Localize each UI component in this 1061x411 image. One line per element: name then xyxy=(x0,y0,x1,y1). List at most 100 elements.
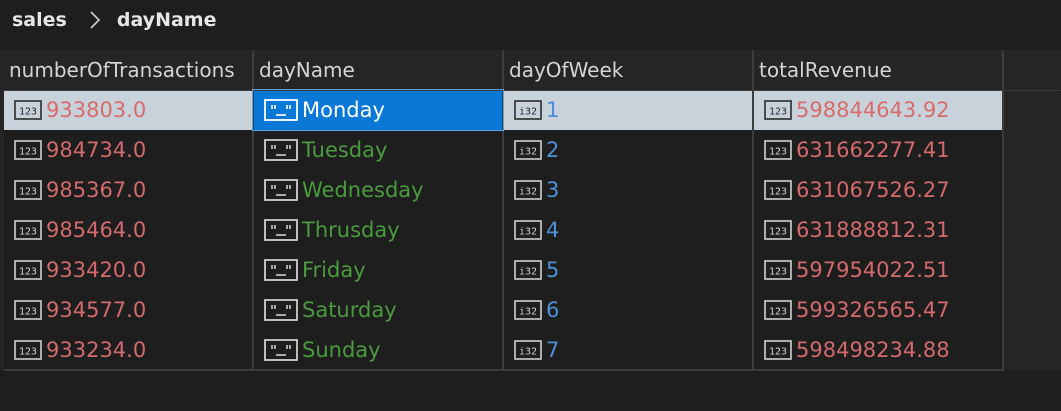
cell-value: 985367.0 xyxy=(46,178,147,202)
cell-dayofweek[interactable]: i32 4 xyxy=(503,210,754,250)
svg-text:123: 123 xyxy=(769,346,787,357)
cell-totalrevenue[interactable]: 123 599326565.47 xyxy=(753,290,1004,330)
row-filler xyxy=(1003,250,1060,290)
table-row[interactable]: 123 933234.0 Sunday i32 7 123 598498234.88 xyxy=(4,330,1060,371)
cell-dayofweek[interactable]: i32 6 xyxy=(503,290,754,330)
integer-type-icon: i32 xyxy=(514,339,542,360)
cell-dayofweek[interactable]: i32 7 xyxy=(503,330,754,371)
cell-value: 599326565.47 xyxy=(796,298,950,322)
table-row[interactable]: 123 984734.0 Tuesday i32 2 123 631662277.41 xyxy=(4,130,1060,170)
cell-value: 985464.0 xyxy=(46,218,147,242)
cell-value: Saturday xyxy=(302,298,397,322)
decimal-type-icon: 123 xyxy=(764,339,792,360)
cell-value: Thrusday xyxy=(302,218,400,242)
svg-text:i32: i32 xyxy=(519,187,537,198)
cell-value: 631067526.27 xyxy=(796,178,950,202)
svg-text:123: 123 xyxy=(19,147,37,158)
cell-value: 933803.0 xyxy=(46,98,147,123)
cell-totalrevenue[interactable]: 123 631067526.27 xyxy=(753,170,1004,210)
decimal-type-icon: 123 xyxy=(764,260,792,280)
cell-dayname[interactable]: Wednesday xyxy=(253,170,504,210)
cell-numberoftransactions[interactable]: 123 933420.0 xyxy=(4,250,254,290)
cell-value: 933234.0 xyxy=(46,337,147,362)
column-header-dayofweek[interactable]: dayOfWeek xyxy=(503,50,754,91)
cell-totalrevenue[interactable]: 123 598498234.88 xyxy=(753,330,1004,371)
data-table: numberOfTransactions dayName dayOfWeek t… xyxy=(4,50,1060,371)
string-type-icon xyxy=(264,99,298,122)
cell-numberoftransactions[interactable]: 123 985367.0 xyxy=(4,170,254,210)
cell-value: 6 xyxy=(546,298,560,322)
string-type-icon xyxy=(264,139,298,161)
cell-totalrevenue[interactable]: 123 597954022.51 xyxy=(753,250,1004,290)
cell-totalrevenue[interactable]: 123 598844643.92 xyxy=(753,90,1004,130)
row-filler xyxy=(1003,210,1060,250)
cell-value: 1 xyxy=(546,98,560,123)
cell-value: Sunday xyxy=(302,337,381,362)
cell-value: 631888812.31 xyxy=(796,218,950,242)
string-type-icon xyxy=(264,179,298,201)
table-row[interactable]: 123 933803.0 Monday i32 1 123 598844643.92 xyxy=(4,89,1060,131)
decimal-type-icon: 123 xyxy=(14,260,42,280)
svg-text:i32: i32 xyxy=(519,107,537,118)
integer-type-icon: i32 xyxy=(514,140,542,160)
cell-dayname[interactable]: Thrusday xyxy=(253,210,504,250)
cell-numberoftransactions[interactable]: 123 984734.0 xyxy=(4,130,254,170)
cell-value: 934577.0 xyxy=(46,298,147,322)
decimal-type-icon: 123 xyxy=(14,300,42,320)
cell-dayname[interactable]: Monday xyxy=(252,89,504,131)
string-type-icon xyxy=(264,338,298,361)
decimal-type-icon: 123 xyxy=(14,339,42,360)
cell-dayofweek[interactable]: i32 1 xyxy=(503,90,754,130)
row-filler xyxy=(1003,170,1060,210)
cell-dayofweek[interactable]: i32 3 xyxy=(503,170,754,210)
table-row[interactable]: 123 985464.0 Thrusday i32 4 123 631888812.31 xyxy=(4,210,1060,250)
cell-value: 598498234.88 xyxy=(796,337,950,362)
svg-text:123: 123 xyxy=(19,227,37,238)
cell-numberoftransactions[interactable]: 123 985464.0 xyxy=(4,210,254,250)
decimal-type-icon: 123 xyxy=(764,180,792,200)
integer-type-icon: i32 xyxy=(514,100,542,121)
cell-totalrevenue[interactable]: 123 631662277.41 xyxy=(753,130,1004,170)
svg-text:123: 123 xyxy=(769,187,787,198)
results-grid[interactable]: numberOfTransactions dayName dayOfWeek t… xyxy=(0,50,1061,371)
table-row[interactable]: 123 933420.0 Friday i32 5 123 597954022.51 xyxy=(4,250,1060,290)
cell-numberoftransactions[interactable]: 123 934577.0 xyxy=(4,290,254,330)
column-header-dayname[interactable]: dayName xyxy=(253,50,504,91)
breadcrumb-item-sales[interactable]: sales xyxy=(12,9,67,31)
cell-value: 597954022.51 xyxy=(796,258,950,282)
column-header-totalrevenue[interactable]: totalRevenue xyxy=(753,50,1004,91)
table-row[interactable]: 123 934577.0 Saturday i32 6 123 599326565.47 xyxy=(4,290,1060,330)
integer-type-icon: i32 xyxy=(514,180,542,200)
svg-text:i32: i32 xyxy=(519,346,537,357)
row-filler xyxy=(1003,330,1060,370)
cell-numberoftransactions[interactable]: 123 933803.0 xyxy=(4,90,254,130)
cell-numberoftransactions[interactable]: 123 933234.0 xyxy=(4,330,254,371)
table-body: 123 933803.0 Monday i32 1 123 598844643.92 123 9… xyxy=(4,89,1060,371)
cell-value: Tuesday xyxy=(302,138,388,162)
cell-dayname[interactable]: Friday xyxy=(253,250,504,290)
column-header-numberoftransactions[interactable]: numberOfTransactions xyxy=(4,50,254,91)
row-filler xyxy=(1003,290,1060,330)
svg-text:123: 123 xyxy=(19,107,37,118)
cell-value: 4 xyxy=(546,218,560,242)
header-filler xyxy=(1003,50,1060,91)
cell-totalrevenue[interactable]: 123 631888812.31 xyxy=(753,210,1004,250)
decimal-type-icon: 123 xyxy=(14,100,42,121)
breadcrumb-item-dayname[interactable]: dayName xyxy=(117,9,217,31)
cell-dayofweek[interactable]: i32 5 xyxy=(503,250,754,290)
cell-dayofweek[interactable]: i32 2 xyxy=(503,130,754,170)
decimal-type-icon: 123 xyxy=(764,140,792,160)
row-filler xyxy=(1003,130,1060,170)
svg-text:i32: i32 xyxy=(519,147,537,158)
cell-value: Wednesday xyxy=(302,178,424,202)
app-root: sales dayName numberOfTransactions dayNa… xyxy=(0,0,1061,411)
table-row[interactable]: 123 985367.0 Wednesday i32 3 123 631067526.27 xyxy=(4,170,1060,210)
cell-dayname[interactable]: Sunday xyxy=(253,330,504,371)
cell-dayname[interactable]: Tuesday xyxy=(253,130,504,170)
cell-dayname[interactable]: Saturday xyxy=(253,290,504,330)
svg-text:123: 123 xyxy=(19,267,37,278)
decimal-type-icon: 123 xyxy=(14,140,42,160)
svg-text:123: 123 xyxy=(769,227,787,238)
svg-text:i32: i32 xyxy=(519,307,537,318)
cell-value: 3 xyxy=(546,178,560,202)
